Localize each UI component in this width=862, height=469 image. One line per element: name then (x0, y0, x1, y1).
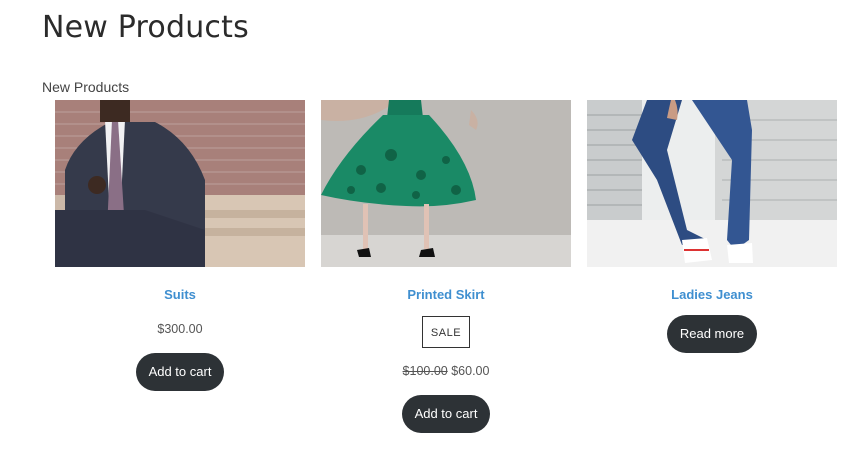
product-old-price: $100.00 (402, 364, 448, 378)
product-name-ladies-jeans[interactable]: Ladies Jeans (587, 287, 837, 303)
read-more-button-ladies-jeans[interactable]: Read more (666, 315, 758, 353)
add-to-cart-button-printed-skirt[interactable]: Add to cart (401, 395, 491, 433)
product-sale-price: $60.00 (451, 364, 490, 378)
product-card-printed-skirt: Printed Skirt SALE $100.00 $60.00 Add to… (321, 100, 571, 433)
add-to-cart-button-suits[interactable]: Add to cart (135, 353, 225, 391)
product-name-printed-skirt[interactable]: Printed Skirt (321, 287, 571, 303)
product-price-printed-skirt: $100.00 $60.00 (321, 363, 571, 379)
product-image-suits[interactable] (55, 100, 305, 267)
section-title: New Products (42, 79, 130, 95)
product-card-ladies-jeans: Ladies Jeans Read more (587, 100, 837, 353)
product-image-printed-skirt[interactable] (321, 100, 571, 267)
product-price-suits: $300.00 (157, 322, 203, 336)
product-name-suits[interactable]: Suits (55, 287, 305, 303)
page-title: New Products (42, 10, 249, 45)
product-image-ladies-jeans[interactable] (587, 100, 837, 267)
product-card-suits: Suits $300.00 Add to cart (55, 100, 305, 391)
sale-badge: SALE (421, 316, 471, 348)
